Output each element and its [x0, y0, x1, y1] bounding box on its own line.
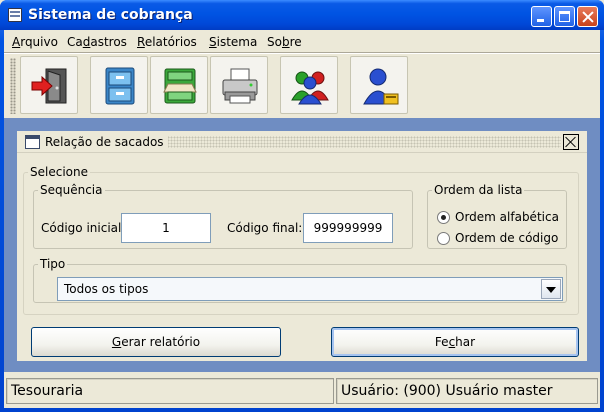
admin-user-button[interactable]	[350, 56, 408, 114]
green-file-drawer-icon	[163, 68, 197, 104]
exit-button[interactable]	[20, 56, 78, 114]
title-bar[interactable]: Sistema de cobrança	[0, 0, 604, 30]
internal-frame-close-button[interactable]	[563, 134, 579, 150]
open-drawer-button[interactable]	[150, 56, 208, 114]
ordem-codigo-radio[interactable]	[437, 232, 450, 245]
internal-frame-relacao-sacados: Relação de sacados Selecione Sequência C…	[16, 130, 588, 362]
user-admin-icon	[363, 68, 399, 105]
app-window-icon[interactable]	[8, 8, 22, 22]
menu-sistema[interactable]: Sistema	[209, 35, 257, 49]
menu-cadastros[interactable]: Cadastros	[67, 35, 127, 49]
status-bar: Tesouraria Usuário: (900) Usuário master	[4, 376, 600, 404]
minimize-button[interactable]	[531, 6, 552, 27]
ordem-alfabetica-label[interactable]: Ordem alfabética	[455, 210, 559, 224]
codigo-final-input[interactable]: 999999999	[303, 213, 393, 243]
tipo-select[interactable]: Todos os tipos	[57, 277, 563, 301]
toolbar	[4, 54, 600, 118]
close-button[interactable]	[577, 6, 598, 27]
gerar-relatorio-button[interactable]: Gerar relatório	[31, 327, 281, 357]
desktop-pane: Relação de sacados Selecione Sequência C…	[4, 118, 600, 372]
menu-arquivo[interactable]: Arquivo	[12, 35, 58, 49]
internal-frame-title-bar[interactable]: Relação de sacados	[17, 131, 587, 153]
window-title: Sistema de cobrança	[28, 7, 193, 23]
selecione-legend: Selecione	[30, 165, 88, 179]
tipo-dropdown-arrow-icon[interactable]	[541, 279, 561, 299]
fechar-button[interactable]: Fechar	[331, 327, 579, 357]
ordem-alfabetica-radio[interactable]	[437, 211, 450, 224]
file-cabinet-icon	[105, 67, 135, 105]
codigo-final-label: Código final:	[227, 221, 303, 235]
exit-door-icon	[31, 68, 67, 104]
frame-icon	[25, 135, 40, 149]
maximize-button[interactable]	[554, 6, 575, 27]
print-button[interactable]	[210, 56, 268, 114]
status-department: Tesouraria	[6, 378, 334, 404]
codigo-inicial-input[interactable]: 1	[121, 213, 211, 243]
menu-relatorios[interactable]: Relatórios	[137, 35, 197, 49]
codigo-inicial-label: Código inicial:	[41, 221, 126, 235]
toolbar-grip[interactable]	[10, 58, 16, 114]
title-grip-dots	[167, 136, 561, 148]
menu-sobre[interactable]: Sobre	[267, 35, 302, 49]
tipo-select-value: Todos os tipos	[64, 282, 149, 296]
menu-bar: Arquivo Cadastros Relatórios Sistema Sob…	[4, 32, 600, 52]
internal-frame-title: Relação de sacados	[45, 135, 168, 149]
users-button[interactable]	[280, 56, 338, 114]
client-area: Arquivo Cadastros Relatórios Sistema Sob…	[4, 30, 600, 408]
ordem-codigo-label[interactable]: Ordem de código	[455, 231, 558, 245]
file-cabinet-button[interactable]	[90, 56, 148, 114]
ordem-legend: Ordem da lista	[434, 183, 523, 197]
users-group-icon	[291, 71, 329, 105]
application-window: Sistema de cobrança Arquivo Cadastros Re…	[0, 0, 604, 412]
status-user: Usuário: (900) Usuário master	[336, 378, 598, 404]
tipo-legend: Tipo	[40, 257, 66, 271]
printer-icon	[222, 68, 258, 104]
sequencia-legend: Sequência	[40, 183, 103, 197]
